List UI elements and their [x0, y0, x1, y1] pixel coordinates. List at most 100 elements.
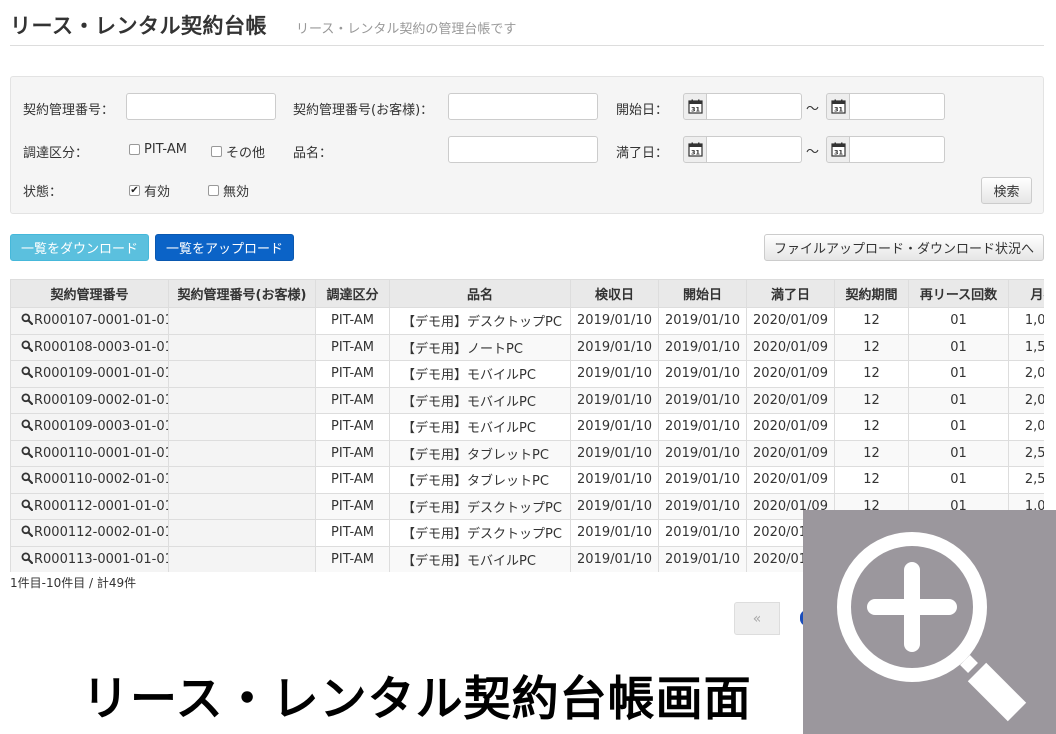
pagination-prev-button[interactable]: «	[734, 602, 780, 635]
cell-item-name: 【デモ用】タブレットPC	[389, 466, 571, 494]
cell-end-date: 2020/01/09	[746, 307, 835, 335]
start-date-from-calendar-button[interactable]: 31	[683, 93, 707, 120]
cell-item-name: 【デモ用】デスクトップPC	[389, 519, 571, 547]
cell-monthly: 2,000	[1008, 413, 1044, 441]
magnifier-icon[interactable]	[21, 499, 33, 511]
status-active-checkbox[interactable]: ✔ 有効	[129, 181, 170, 200]
cell-contract-no[interactable]: R000110-0001-01-01	[10, 439, 169, 467]
table-row[interactable]: R000110-0001-01-01 PIT-AM 【デモ用】タブレットPC 2019…	[10, 439, 1044, 467]
cell-customer-no	[168, 307, 316, 335]
cell-end-date: 2020/01/09	[746, 360, 835, 388]
contract-no-link[interactable]: R000113-0001-01-01	[34, 552, 168, 567]
checkbox-box[interactable]	[211, 146, 222, 157]
cell-start-date: 2019/01/10	[658, 333, 747, 361]
contract-no-link[interactable]: R000109-0001-01-01	[34, 366, 168, 381]
header-col-release-count: 再リース回数	[908, 279, 1009, 308]
cell-acceptance-date: 2019/01/10	[570, 307, 659, 335]
cell-item-name: 【デモ用】モバイルPC	[389, 413, 571, 441]
cell-contract-no[interactable]: R000112-0002-01-01	[10, 519, 169, 547]
magnifier-icon[interactable]	[21, 419, 33, 432]
end-date-label: 満了日：	[616, 146, 669, 161]
start-date-to-calendar-button[interactable]: 31	[826, 93, 850, 120]
contract-no-link[interactable]: R000110-0002-01-01	[34, 472, 168, 487]
cell-contract-no[interactable]: R000109-0002-01-01	[10, 386, 169, 414]
table-row[interactable]: R000108-0003-01-01 PIT-AM 【デモ用】ノートPC 2019/0…	[10, 333, 1044, 361]
search-button[interactable]: 検索	[981, 177, 1032, 204]
header-col-end-date: 満了日	[746, 279, 835, 308]
pagination-summary: 1件目-10件目 / 計49件	[10, 576, 137, 590]
status-inactive-checkbox[interactable]: 無効	[208, 181, 249, 200]
contract-no-link[interactable]: R000108-0003-01-01	[34, 340, 168, 355]
file-status-button[interactable]: ファイルアップロード・ダウンロード状況へ	[764, 234, 1044, 261]
contract-no-link[interactable]: R000110-0001-01-01	[34, 446, 168, 461]
cell-acceptance-date: 2019/01/10	[570, 413, 659, 441]
checkbox-box[interactable]: ✔	[129, 185, 140, 196]
table-row[interactable]: R000110-0002-01-01 PIT-AM 【デモ用】タブレットPC 2019…	[10, 466, 1044, 494]
cell-procurement: PIT-AM	[315, 545, 390, 572]
magnifier-icon[interactable]	[21, 446, 33, 458]
contract-no-input[interactable]	[126, 93, 276, 120]
cell-contract-no[interactable]: R000112-0001-01-01	[10, 492, 169, 520]
magnifier-icon[interactable]	[21, 366, 33, 379]
cell-customer-no	[168, 333, 316, 361]
cell-item-name: 【デモ用】モバイルPC	[389, 386, 571, 414]
table-row[interactable]: R000107-0001-01-01 PIT-AM 【デモ用】デスクトップPC 201…	[10, 307, 1044, 335]
cell-contract-period: 12	[834, 333, 909, 361]
page-title: リース・レンタル契約台帳	[10, 14, 267, 38]
start-date-to-input[interactable]	[850, 93, 945, 120]
end-date-to-calendar-button[interactable]: 31	[826, 136, 850, 163]
magnifier-icon[interactable]	[21, 525, 33, 538]
download-list-button[interactable]: 一覧をダウンロード	[10, 234, 149, 261]
magnifier-icon[interactable]	[21, 393, 33, 405]
header-col-acceptance-date: 検収日	[570, 279, 659, 308]
contract-no-link[interactable]: R000112-0001-01-01	[34, 499, 168, 514]
cell-acceptance-date: 2019/01/10	[570, 386, 659, 414]
procurement-other-checkbox[interactable]: その他	[211, 142, 265, 161]
contract-no-link[interactable]: R000109-0002-01-01	[34, 393, 168, 408]
cell-contract-no[interactable]: R000107-0001-01-01	[10, 307, 169, 335]
cell-contract-period: 12	[834, 386, 909, 414]
table-row[interactable]: R000109-0001-01-01 PIT-AM 【デモ用】モバイルPC 2019/…	[10, 360, 1044, 388]
cell-start-date: 2019/01/10	[658, 360, 747, 388]
upload-list-button[interactable]: 一覧をアップロード	[155, 234, 294, 261]
procurement-pit-am-checkbox[interactable]: PIT-AM	[129, 142, 187, 157]
start-date-range-separator: ～	[806, 102, 820, 117]
cell-acceptance-date: 2019/01/10	[570, 333, 659, 361]
cell-contract-no[interactable]: R000108-0003-01-01	[10, 333, 169, 361]
zoom-in-icon[interactable]	[825, 522, 1035, 722]
calendar-icon: 31	[830, 99, 846, 114]
magnifier-icon[interactable]	[21, 472, 33, 485]
customer-no-input[interactable]	[448, 93, 598, 120]
contract-no-link[interactable]: R000109-0003-01-01	[34, 419, 168, 434]
end-date-to-input[interactable]	[850, 136, 945, 163]
cell-contract-no[interactable]: R000109-0003-01-01	[10, 413, 169, 441]
checkbox-box[interactable]	[208, 185, 219, 196]
cell-monthly: 2,000	[1008, 386, 1044, 414]
table-row[interactable]: R000109-0003-01-01 PIT-AM 【デモ用】モバイルPC 2019/…	[10, 413, 1044, 441]
cell-release-count: 01	[908, 307, 1009, 335]
cell-acceptance-date: 2019/01/10	[570, 519, 659, 547]
cell-monthly: 2,500	[1008, 439, 1044, 467]
end-date-from-input[interactable]	[707, 136, 802, 163]
cell-monthly: 2,000	[1008, 360, 1044, 388]
end-date-from-calendar-button[interactable]: 31	[683, 136, 707, 163]
table-row[interactable]: R000109-0002-01-01 PIT-AM 【デモ用】モバイルPC 2019/…	[10, 386, 1044, 414]
magnifier-icon[interactable]	[21, 340, 33, 352]
start-date-from-input[interactable]	[707, 93, 802, 120]
cell-start-date: 2019/01/10	[658, 307, 747, 335]
cell-acceptance-date: 2019/01/10	[570, 545, 659, 572]
cell-contract-no[interactable]: R000110-0002-01-01	[10, 466, 169, 494]
cell-customer-no	[168, 360, 316, 388]
cell-start-date: 2019/01/10	[658, 413, 747, 441]
magnifier-icon[interactable]	[21, 552, 33, 564]
zoom-overlay[interactable]	[803, 510, 1056, 734]
magnifier-icon[interactable]	[21, 313, 33, 326]
checkbox-box[interactable]	[129, 144, 140, 155]
item-name-input[interactable]	[448, 136, 598, 163]
contract-no-link[interactable]: R000112-0002-01-01	[34, 525, 168, 540]
contract-no-link[interactable]: R000107-0001-01-01	[34, 313, 168, 328]
cell-contract-no[interactable]: R000113-0001-01-01	[10, 545, 169, 572]
cell-start-date: 2019/01/10	[658, 386, 747, 414]
calendar-icon: 31	[687, 142, 703, 157]
cell-contract-no[interactable]: R000109-0001-01-01	[10, 360, 169, 388]
